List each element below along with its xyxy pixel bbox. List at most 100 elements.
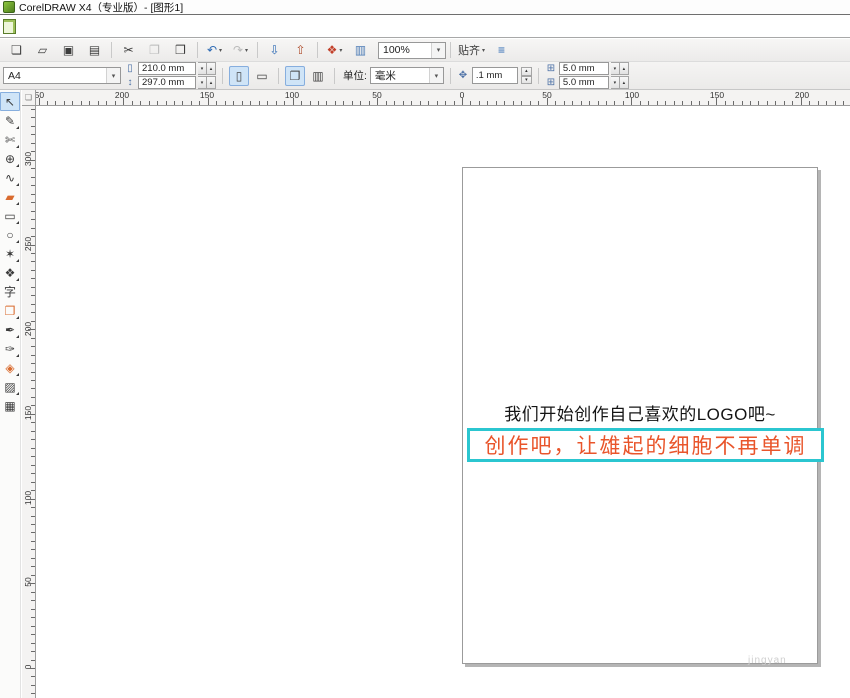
new-document-button[interactable]: ❏ [4,40,29,61]
ruler-tick [310,101,311,105]
ruler-tick [614,101,615,105]
ruler-tick [454,101,455,105]
eyedropper-tool[interactable]: ✒ [0,320,20,339]
eyedropper-tool-icon: ✒ [5,323,15,337]
smart-fill-tool[interactable]: ▰ [0,187,20,206]
ruler-tick [31,524,35,525]
nudge-offset-field[interactable]: .1 mm [472,67,518,84]
blend-tool[interactable]: ❐ [0,301,20,320]
paper-width-spin-up[interactable]: ▴ [207,62,216,75]
redo-button[interactable]: ↷▾ [228,40,253,61]
paper-width-spin-down[interactable]: ▾ [198,62,207,75]
cut-button[interactable]: ✂ [116,40,141,61]
units-value: 毫米 [375,68,396,83]
canvas-highlight-text: 创作吧，让雄起的细胞不再单调 [485,430,807,460]
options-icon: ≡ [498,43,505,57]
ruler-tick [31,541,35,542]
portrait-button[interactable]: ▯ [229,66,249,86]
ruler-tick [31,575,35,576]
ruler-tick [293,98,294,105]
save-document-button[interactable]: ▣ [56,40,81,61]
ruler-tick [31,609,35,610]
ruler-tick [31,405,35,406]
ruler-tick [742,101,743,105]
ruler-tick [547,98,548,105]
basic-shapes-tool[interactable]: ❖ [0,263,20,282]
ruler-tick [801,98,802,105]
flyout-indicator [16,392,19,395]
horizontal-ruler[interactable]: 25020015010050050100150200 [36,90,850,106]
options-button[interactable]: ≡ [489,40,514,61]
text-tool[interactable]: 字 [0,282,20,301]
smart-fill-tool-icon: ▰ [5,190,14,204]
ruler-origin[interactable]: ❏ [22,90,36,106]
ruler-tick [352,101,353,105]
ruler-tick [182,101,183,105]
paste-button[interactable]: ❒ [168,40,193,61]
dup-x-spin-down[interactable]: ▾ [611,62,620,75]
units-label: 单位: [343,68,367,83]
print-button[interactable]: ▤ [82,40,107,61]
ruler-tick [699,101,700,105]
undo-button[interactable]: ↶▾ [202,40,227,61]
fill-tool-icon: ◈ [5,361,14,375]
shape-tool[interactable]: ✎ [0,111,20,130]
ruler-tick [437,101,438,105]
canvas-area[interactable]: 我们开始创作自己喜欢的LOGO吧~ 创作吧，让雄起的细胞不再单调 jingyan [36,106,850,698]
nudge-spin-up[interactable]: ▴ [521,67,532,76]
dup-y-spin-down[interactable]: ▾ [611,76,620,89]
copy-button[interactable]: ❐ [142,40,167,61]
open-document-button[interactable]: ▱ [30,40,55,61]
ruler-tick [31,117,35,118]
vertical-ruler[interactable]: 300250200150100500 [22,106,36,698]
polygon-tool[interactable]: ✶ [0,244,20,263]
crop-tool[interactable]: ✄ [0,130,20,149]
interactive-fill-tool[interactable]: ▨ [0,377,20,396]
ruler-tick [784,101,785,105]
zoom-level-combo[interactable]: 100%▾ [378,42,446,59]
ruler-tick [657,101,658,105]
ruler-tick [530,101,531,105]
all-pages-button[interactable]: ❐ [285,66,305,86]
paper-height-field[interactable]: 297.0 mm [138,76,196,89]
import-button[interactable]: ⇩ [262,40,287,61]
nudge-spin-down[interactable]: ▾ [521,76,532,85]
snap-dropdown[interactable]: 贴齐▾ [455,40,488,61]
table-tool[interactable]: ▦ [0,396,20,415]
export-button[interactable]: ⇧ [288,40,313,61]
paper-type-combo[interactable]: A4 ▾ [3,67,121,84]
ruler-tick [809,101,810,105]
units-combo[interactable]: 毫米 ▾ [370,67,444,84]
ellipse-tool[interactable]: ○ [0,225,20,244]
welcome-screen-button[interactable]: ▥ [348,40,373,61]
fill-tool[interactable]: ◈ [0,358,20,377]
ruler-tick [326,101,327,105]
ruler-tick [581,101,582,105]
ruler-tick [199,101,200,105]
zoom-tool[interactable]: ⊕ [0,149,20,168]
freehand-tool[interactable]: ∿ [0,168,20,187]
current-page-layout-button[interactable]: ▥ [308,66,328,86]
dup-y-spin-up[interactable]: ▴ [620,76,629,89]
ruler-tick [411,101,412,105]
paper-height-spin-up[interactable]: ▴ [207,76,216,89]
document-window-icon[interactable] [3,19,16,34]
basic-shapes-tool-icon: ❖ [5,266,16,280]
paper-width-field[interactable]: 210.0 mm [138,62,196,75]
duplicate-distance-x-field[interactable]: 5.0 mm [559,62,609,75]
rectangle-tool[interactable]: ▭ [0,206,20,225]
ruler-tick [31,676,35,677]
outline-tool[interactable]: ✑ [0,339,20,358]
ruler-tick [428,101,429,105]
ruler-tick [843,101,844,105]
landscape-button[interactable]: ▭ [252,66,272,86]
application-launcher-button[interactable]: ❖▾ [322,40,347,61]
ruler-tick [132,101,133,105]
ruler-tick [792,101,793,105]
paper-height-spin-down[interactable]: ▾ [198,76,207,89]
dup-x-spin-up[interactable]: ▴ [620,62,629,75]
pick-tool[interactable]: ↖ [0,92,20,111]
paper-height-value: 297.0 mm [142,77,184,88]
duplicate-distance-y-field[interactable]: 5.0 mm [559,76,609,89]
flyout-indicator [16,259,19,262]
